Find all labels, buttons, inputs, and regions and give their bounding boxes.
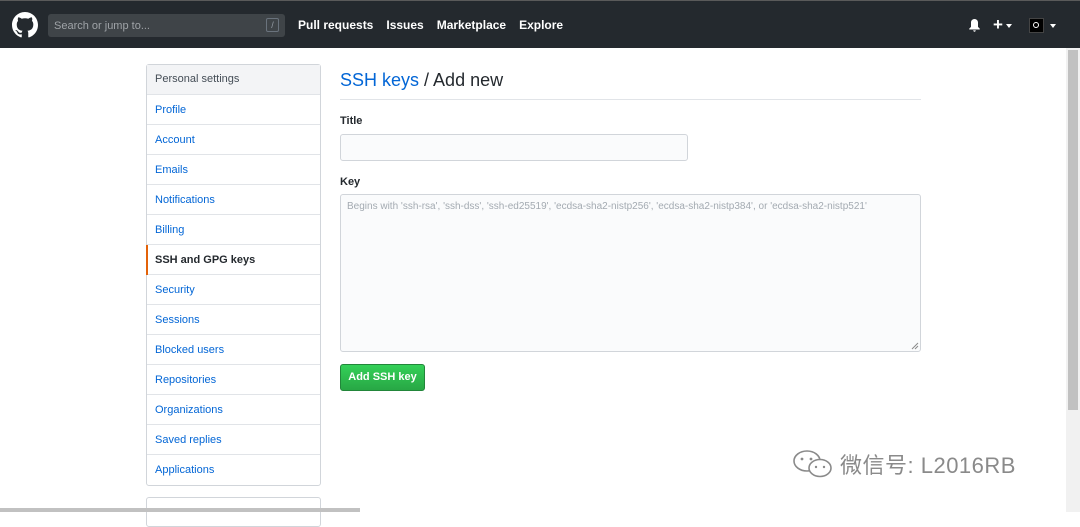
sidebar-item-billing[interactable]: Billing (147, 215, 320, 245)
github-logo-icon[interactable] (12, 12, 38, 38)
sidebar-item-security[interactable]: Security (147, 275, 320, 305)
sidebar-heading: Personal settings (147, 65, 320, 95)
sidebar-item-organizations[interactable]: Organizations (147, 395, 320, 425)
scrollbar-thumb[interactable] (1068, 50, 1078, 410)
sidebar-item-repositories[interactable]: Repositories (147, 365, 320, 395)
watermark-text: 微信号: L2016RB (840, 453, 1016, 478)
notifications-bell-icon[interactable] (968, 19, 981, 33)
search-input[interactable] (48, 14, 258, 37)
sidebar-item-saved-replies[interactable]: Saved replies (147, 425, 320, 455)
avatar[interactable] (1029, 18, 1044, 33)
sidebar-item-notifications[interactable]: Notifications (147, 185, 320, 215)
nav-issues[interactable]: Issues (386, 18, 423, 32)
sidebar-item-emails[interactable]: Emails (147, 155, 320, 185)
chevron-down-icon[interactable] (1050, 24, 1056, 28)
plus-icon: + (993, 15, 1003, 34)
wechat-watermark: 微信号: L2016RB (792, 446, 1016, 482)
sidebar-item-applications[interactable]: Applications (147, 455, 320, 485)
settings-sidebar: Personal settings Profile Account Emails… (146, 64, 321, 486)
top-header: / Pull requests Issues Marketplace Explo… (0, 0, 1080, 48)
search-box[interactable]: / (48, 14, 285, 37)
title-field[interactable] (340, 134, 688, 161)
page-title: SSH keys / Add new (340, 67, 921, 100)
sidebar-item-ssh-gpg-keys[interactable]: SSH and GPG keys (146, 245, 320, 275)
horizontal-scrollbar[interactable] (0, 508, 360, 512)
sidebar-item-sessions[interactable]: Sessions (147, 305, 320, 335)
title-label: Title (340, 115, 363, 127)
page-heading: Add new (433, 70, 504, 90)
nav-marketplace[interactable]: Marketplace (437, 18, 506, 32)
developer-settings-menu[interactable] (146, 497, 321, 527)
header-nav: Pull requests Issues Marketplace Explore (298, 1, 576, 49)
wechat-logo-icon (793, 450, 832, 478)
breadcrumb-ssh-keys[interactable]: SSH keys (340, 70, 419, 90)
search-shortcut-hint: / (266, 18, 279, 32)
breadcrumb-separator: / (419, 70, 434, 90)
key-label: Key (340, 176, 361, 188)
key-field[interactable] (340, 194, 921, 352)
sidebar-item-profile[interactable]: Profile (147, 95, 320, 125)
vertical-scrollbar[interactable] (1066, 48, 1080, 512)
chevron-down-icon (1005, 23, 1012, 28)
resize-handle-icon[interactable] (911, 342, 919, 350)
nav-pull-requests[interactable]: Pull requests (298, 18, 373, 32)
sidebar-item-account[interactable]: Account (147, 125, 320, 155)
sidebar-item-blocked-users[interactable]: Blocked users (147, 335, 320, 365)
create-new-dropdown[interactable]: + (993, 15, 1012, 35)
nav-explore[interactable]: Explore (519, 18, 563, 32)
add-ssh-key-button[interactable]: Add SSH key (340, 364, 425, 391)
